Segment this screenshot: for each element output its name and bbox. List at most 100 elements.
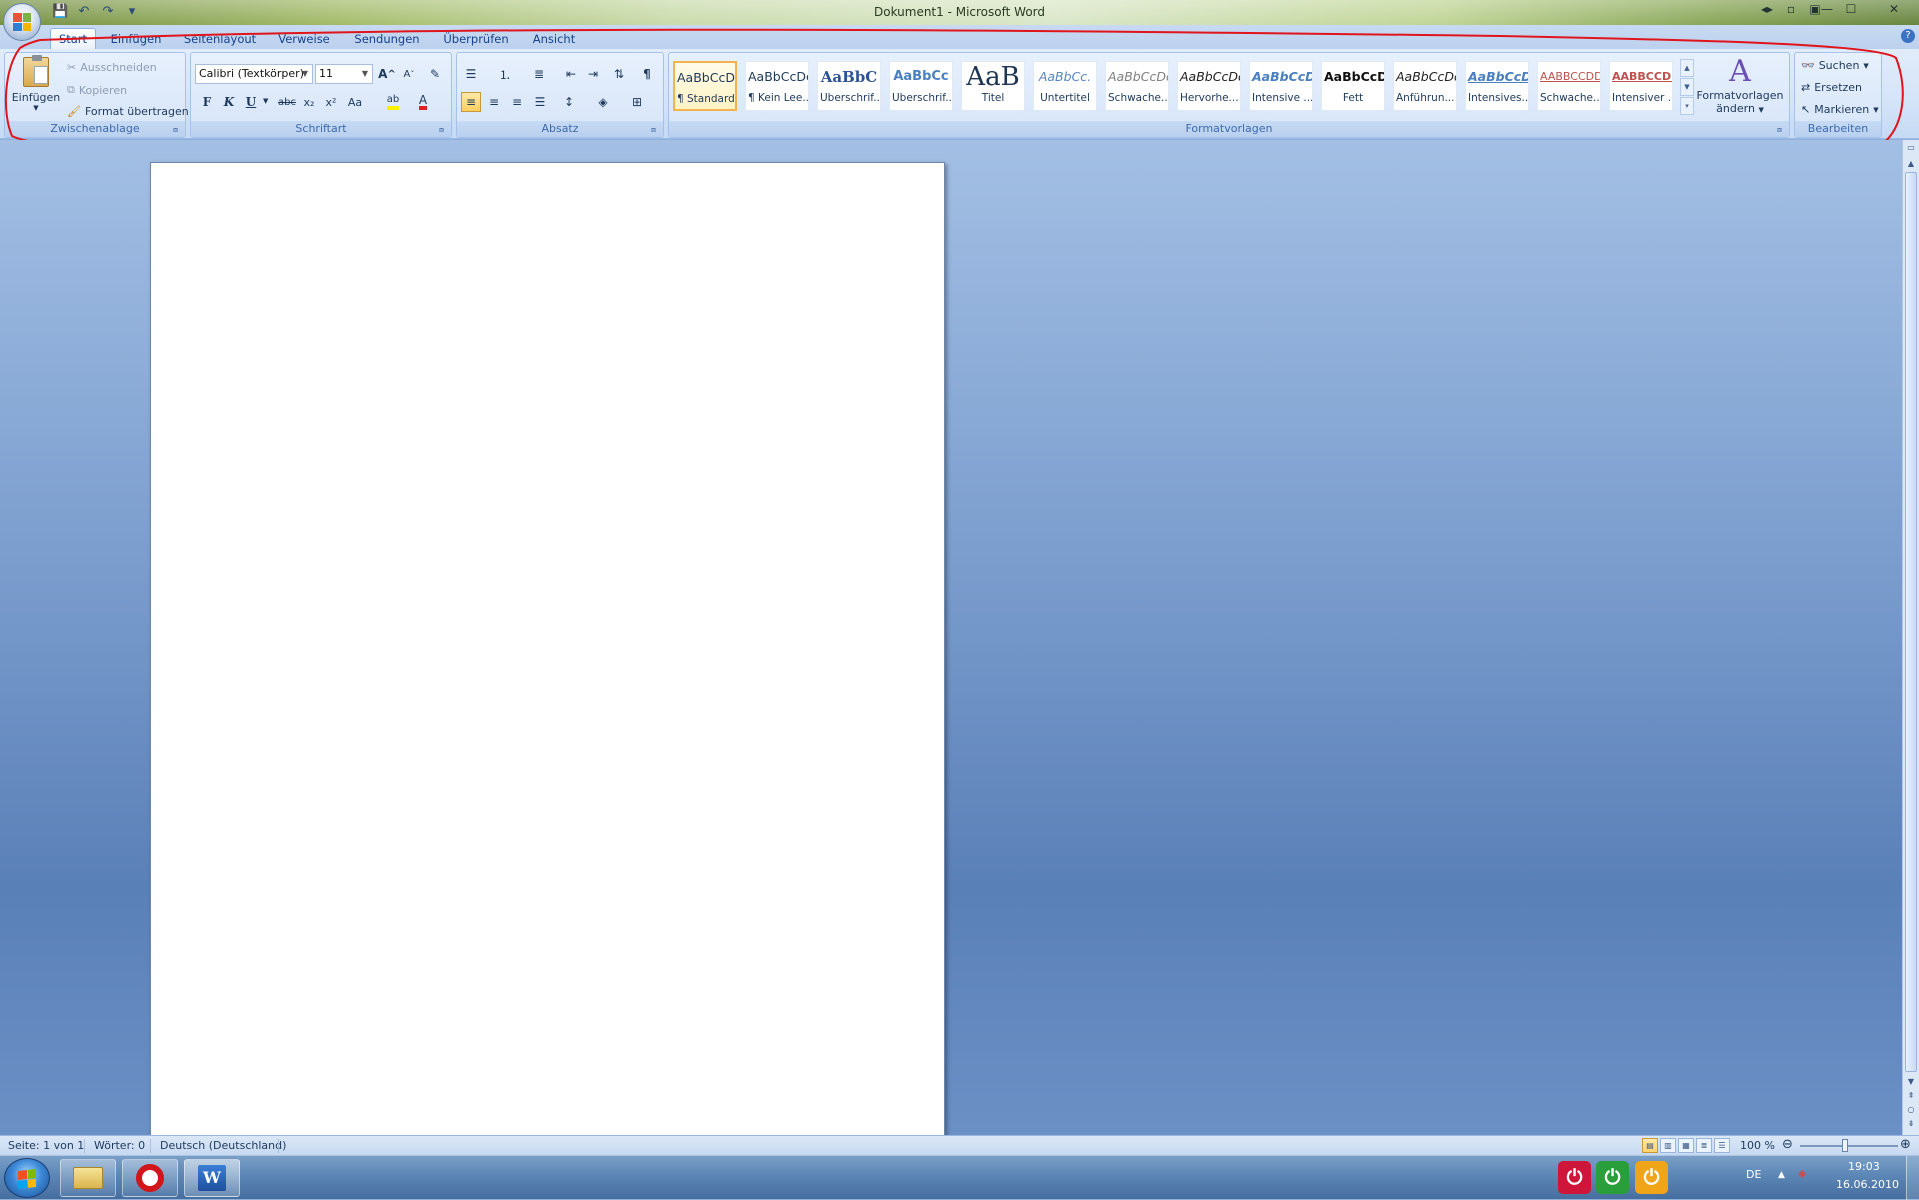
taskbar-opera[interactable] bbox=[122, 1159, 178, 1197]
numbering-button[interactable]: ⒈ bbox=[495, 64, 515, 84]
style-intensives-zitat[interactable]: AaBbCcDcIntensives... bbox=[1465, 61, 1529, 111]
strikethrough-button[interactable]: abc bbox=[277, 92, 297, 112]
web-layout-icon[interactable]: ▦ bbox=[1678, 1138, 1694, 1153]
tab-ueberpruefen[interactable]: Überprüfen bbox=[440, 29, 512, 49]
ruler-toggle-icon[interactable]: ▭ bbox=[1903, 142, 1919, 154]
word-count[interactable]: Wörter: 0 bbox=[94, 1139, 145, 1152]
full-screen-reading-icon[interactable]: ▥ bbox=[1660, 1138, 1676, 1153]
style-intensive-hervorhebung[interactable]: AaBbCcDcIntensive ... bbox=[1249, 61, 1313, 111]
show-hidden-icons-icon[interactable]: ▲ bbox=[1778, 1170, 1785, 1180]
standby-icon[interactable]: ⏻ bbox=[1635, 1161, 1668, 1194]
subscript-button[interactable]: x₂ bbox=[299, 92, 319, 112]
underline-button[interactable]: U bbox=[241, 92, 261, 112]
language-bar[interactable]: DE bbox=[1746, 1168, 1761, 1181]
next-page-icon[interactable]: ⇟ bbox=[1903, 1118, 1919, 1130]
align-center-button[interactable]: ≡ bbox=[484, 92, 504, 112]
network-icon[interactable]: ◈ bbox=[1798, 1167, 1806, 1180]
cut-button[interactable]: ✂ Ausschneiden bbox=[67, 61, 157, 74]
power-on-icon[interactable]: ⏻ bbox=[1596, 1161, 1629, 1194]
zoom-out-icon[interactable]: ⊖ bbox=[1782, 1137, 1793, 1152]
style-ueberschrift-1[interactable]: AaBbC Überschrif... bbox=[817, 61, 881, 111]
outline-icon[interactable]: ≣ bbox=[1696, 1138, 1712, 1153]
style-titel[interactable]: AaB Titel bbox=[961, 61, 1025, 111]
increase-indent-button[interactable]: ⇥ bbox=[583, 64, 603, 84]
style-hervorhebung[interactable]: AaBbCcDc Hervorhe... bbox=[1177, 61, 1241, 111]
restore-ribbon-icon[interactable]: ◂▸ bbox=[1756, 1, 1778, 17]
font-name-field[interactable]: Calibri (Textkörper) ▼ bbox=[195, 64, 313, 84]
dialog-launcher-icon[interactable]: ⧈ bbox=[1777, 125, 1787, 135]
replace-button[interactable]: ⇄ Ersetzen bbox=[1801, 81, 1862, 94]
clock-date[interactable]: 16.06.2010 bbox=[1836, 1178, 1899, 1191]
tab-einfuegen[interactable]: Einfügen bbox=[106, 29, 166, 49]
find-button[interactable]: 👓 Suchen ▼ bbox=[1801, 59, 1869, 72]
style-untertitel[interactable]: AaBbCc. Untertitel bbox=[1033, 61, 1097, 111]
show-formatting-button[interactable]: ¶ bbox=[637, 64, 657, 84]
shutdown-icon[interactable]: ⏻ bbox=[1558, 1161, 1591, 1194]
scrollbar-thumb[interactable] bbox=[1905, 172, 1917, 1072]
minimize-icon[interactable]: — bbox=[1816, 1, 1838, 17]
paste-button[interactable]: Einfügen ▼ bbox=[11, 55, 61, 112]
change-case-button[interactable]: Aa bbox=[345, 92, 365, 112]
tab-ansicht[interactable]: Ansicht bbox=[528, 29, 580, 49]
align-right-button[interactable]: ≡ bbox=[507, 92, 527, 112]
draft-icon[interactable]: ☰ bbox=[1714, 1138, 1730, 1153]
style-standard[interactable]: AaBbCcDc¶ Standard bbox=[673, 61, 737, 111]
print-layout-icon[interactable]: ▤ bbox=[1642, 1138, 1658, 1153]
font-color-button[interactable]: A bbox=[413, 92, 433, 112]
decrease-indent-button[interactable]: ⇤ bbox=[561, 64, 581, 84]
tab-verweise[interactable]: Verweise bbox=[274, 29, 334, 49]
zoom-slider-thumb[interactable] bbox=[1842, 1139, 1848, 1152]
shrink-font-button[interactable]: Aˇ bbox=[399, 64, 419, 84]
previous-page-icon[interactable]: ⇞ bbox=[1903, 1090, 1919, 1102]
document-page[interactable] bbox=[150, 162, 945, 1137]
chevron-down-icon[interactable]: ▼ bbox=[263, 97, 268, 105]
shading-button[interactable]: ◈ bbox=[593, 92, 613, 112]
align-left-button[interactable]: ≡ bbox=[461, 92, 481, 112]
justify-button[interactable]: ☰ bbox=[530, 92, 550, 112]
browse-object-icon[interactable]: ○ bbox=[1903, 1104, 1919, 1116]
select-button[interactable]: ↖ Markieren ▼ bbox=[1801, 103, 1879, 116]
chevron-down-icon[interactable]: ▼ bbox=[1680, 78, 1694, 96]
superscript-button[interactable]: x² bbox=[321, 92, 341, 112]
close-icon[interactable]: ✕ bbox=[1864, 1, 1919, 17]
chevron-up-icon[interactable]: ▲ bbox=[1903, 158, 1919, 170]
min-ribbon-icon[interactable]: ▫ bbox=[1780, 1, 1802, 17]
taskbar-word[interactable]: W bbox=[184, 1159, 240, 1197]
copy-button[interactable]: ⧉ Kopieren bbox=[67, 83, 127, 97]
start-button[interactable] bbox=[4, 1158, 50, 1198]
format-painter-button[interactable]: 🖌 Format übertragen bbox=[67, 105, 189, 118]
font-size-field[interactable]: 11 ▼ bbox=[315, 64, 373, 84]
language-indicator[interactable]: Deutsch (Deutschland) bbox=[160, 1139, 286, 1152]
show-desktop-button[interactable] bbox=[1906, 1156, 1919, 1200]
dialog-launcher-icon[interactable]: ⧈ bbox=[173, 125, 183, 135]
chevron-down-icon[interactable]: ▼ bbox=[1903, 1076, 1919, 1088]
taskbar-explorer[interactable] bbox=[60, 1159, 116, 1197]
style-schwacher-verweis[interactable]: AABBCCDD Schwache... bbox=[1537, 61, 1601, 111]
style-kein-leerraum[interactable]: AaBbCcDc ¶ Kein Lee... bbox=[745, 61, 809, 111]
style-schwache-hervorhebung[interactable]: AaBbCcDc Schwache... bbox=[1105, 61, 1169, 111]
clear-format-button[interactable]: ✎ bbox=[425, 64, 445, 84]
multilevel-list-button[interactable]: ≣ bbox=[529, 64, 549, 84]
highlight-button[interactable]: ab bbox=[383, 92, 403, 112]
chevron-up-icon[interactable]: ▲ bbox=[1680, 59, 1694, 77]
style-ueberschrift-2[interactable]: AaBbCc Überschrif... bbox=[889, 61, 953, 111]
tab-sendungen[interactable]: Sendungen bbox=[350, 29, 424, 49]
zoom-in-icon[interactable]: ⊕ bbox=[1900, 1137, 1911, 1152]
clock-time[interactable]: 19:03 bbox=[1848, 1160, 1880, 1173]
borders-button[interactable]: ⊞ bbox=[627, 92, 647, 112]
style-fett[interactable]: AaBbCcDcFett bbox=[1321, 61, 1385, 111]
office-button[interactable] bbox=[3, 3, 41, 41]
zoom-level[interactable]: 100 % bbox=[1740, 1139, 1775, 1152]
zoom-slider[interactable] bbox=[1800, 1145, 1898, 1147]
help-icon[interactable]: ? bbox=[1901, 29, 1915, 43]
style-intensiver-verweis[interactable]: AABBCCDDIntensiver ... bbox=[1609, 61, 1673, 111]
tab-start[interactable]: Start bbox=[50, 28, 96, 50]
vertical-scrollbar[interactable]: ▭ ▲ ▼ ⇞ ○ ⇟ bbox=[1902, 140, 1919, 1135]
more-styles-icon[interactable]: ▾ bbox=[1680, 97, 1694, 115]
dialog-launcher-icon[interactable]: ⧈ bbox=[651, 125, 661, 135]
change-styles-button[interactable]: A Formatvorlagen ändern ▼ bbox=[1696, 55, 1784, 117]
italic-button[interactable]: K bbox=[219, 92, 239, 112]
grow-font-button[interactable]: A ^ bbox=[377, 64, 397, 84]
line-spacing-button[interactable]: ↕ bbox=[559, 92, 579, 112]
bold-button[interactable]: F bbox=[197, 92, 217, 112]
